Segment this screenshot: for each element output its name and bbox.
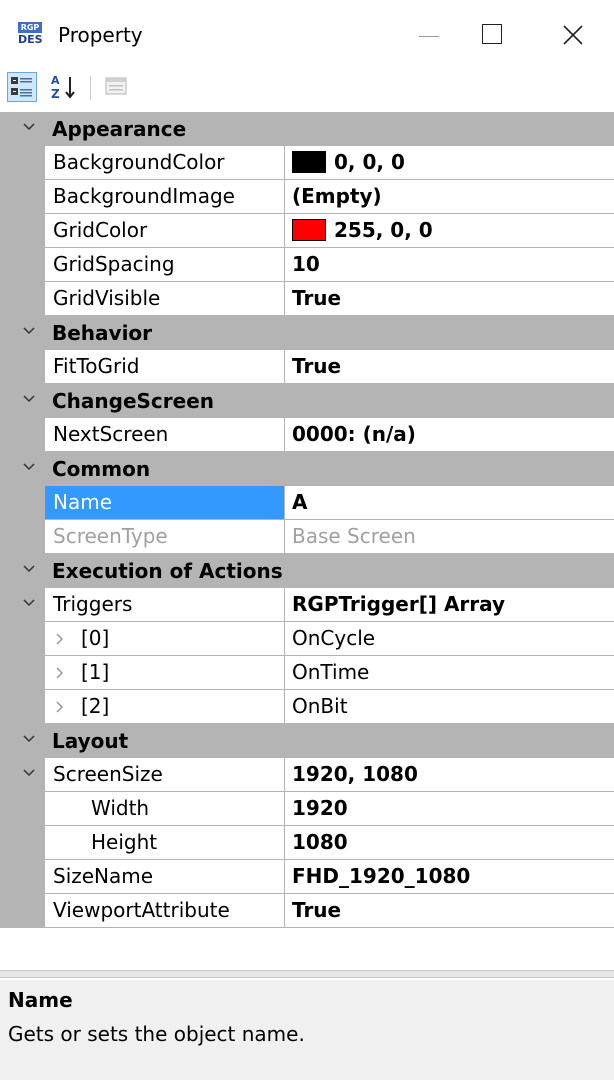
property-row-trigger-0[interactable]: [0] OnCycle (0, 622, 614, 656)
property-name[interactable]: Width (45, 792, 285, 826)
help-splitter[interactable] (0, 970, 614, 978)
property-value[interactable]: OnCycle (285, 622, 614, 656)
property-row-trigger-1[interactable]: [1] OnTime (0, 656, 614, 690)
property-pages-icon (105, 77, 127, 95)
chevron-down-icon (23, 463, 35, 471)
property-value[interactable]: A (285, 486, 614, 520)
property-row-gridcolor[interactable]: GridColor 255, 0, 0 (0, 214, 614, 248)
property-value[interactable]: True (285, 894, 614, 928)
chevron-down-icon[interactable] (22, 596, 36, 610)
title-bar: RGP DES Property (0, 0, 614, 66)
chevron-down-icon (23, 735, 35, 743)
property-name[interactable]: GridVisible (45, 282, 285, 316)
property-row-viewportattribute[interactable]: ViewportAttribute True (0, 894, 614, 928)
property-value[interactable]: 1920, 1080 (285, 758, 614, 792)
property-name[interactable]: BackgroundColor (45, 146, 285, 180)
chevron-down-icon (23, 327, 35, 335)
chevron-right-icon[interactable] (53, 632, 67, 646)
categorized-button[interactable] (7, 72, 37, 102)
property-value[interactable]: True (285, 282, 614, 316)
property-name[interactable]: BackgroundImage (45, 180, 285, 214)
chevron-right-icon[interactable] (53, 666, 67, 680)
property-row-screentype[interactable]: ScreenType Base Screen (0, 520, 614, 554)
category-changescreen[interactable]: ChangeScreen (0, 384, 614, 418)
property-name[interactable]: [2] (45, 690, 285, 724)
help-title: Name (8, 988, 73, 1012)
property-value[interactable]: (Empty) (285, 180, 614, 214)
svg-text:A: A (51, 74, 60, 87)
category-execution-of-actions[interactable]: Execution of Actions (0, 554, 614, 588)
property-value[interactable]: OnBit (285, 690, 614, 724)
property-name[interactable]: NextScreen (45, 418, 285, 452)
property-value[interactable]: 255, 0, 0 (285, 214, 614, 248)
chevron-down-icon (23, 395, 35, 403)
category-behavior[interactable]: Behavior (0, 316, 614, 350)
svg-text:Z: Z (51, 87, 60, 101)
property-row-gridspacing[interactable]: GridSpacing 10 (0, 248, 614, 282)
property-name[interactable]: GridSpacing (45, 248, 285, 282)
property-value[interactable]: 1920 (285, 792, 614, 826)
property-row-sizename[interactable]: SizeName FHD_1920_1080 (0, 860, 614, 894)
property-name[interactable]: GridColor (45, 214, 285, 248)
category-common[interactable]: Common (0, 452, 614, 486)
property-name[interactable]: ScreenSize (45, 758, 285, 792)
property-value[interactable]: RGPTrigger[] Array (285, 588, 614, 622)
category-appearance[interactable]: Appearance (0, 112, 614, 146)
property-row-gridvisible[interactable]: GridVisible True (0, 282, 614, 316)
property-name-selected[interactable]: Name (45, 486, 285, 520)
property-value[interactable]: 0, 0, 0 (285, 146, 614, 180)
property-name[interactable]: Height (45, 826, 285, 860)
close-button[interactable] (550, 14, 596, 54)
property-value[interactable]: 10 (285, 248, 614, 282)
property-pages-button[interactable] (102, 72, 132, 102)
property-name[interactable]: [0] (45, 622, 285, 656)
property-value[interactable]: 1080 (285, 826, 614, 860)
property-row-screensize[interactable]: ScreenSize 1920, 1080 (0, 758, 614, 792)
property-name[interactable]: [1] (45, 656, 285, 690)
help-pane: Name Gets or sets the object name. (0, 980, 614, 1080)
categorized-icon (11, 77, 32, 97)
property-row-fittogrid[interactable]: FitToGrid True (0, 350, 614, 384)
property-row-name[interactable]: Name A (0, 486, 614, 520)
minimize-button[interactable] (405, 14, 451, 54)
property-row-trigger-2[interactable]: [2] OnBit (0, 690, 614, 724)
toolbar-separator (90, 76, 91, 100)
chevron-down-icon (23, 123, 35, 131)
chevron-down-icon[interactable] (22, 766, 36, 780)
property-name[interactable]: ViewportAttribute (45, 894, 285, 928)
maximize-button[interactable] (470, 14, 516, 54)
property-row-nextscreen[interactable]: NextScreen 0000: (n/a) (0, 418, 614, 452)
property-value-readonly[interactable]: Base Screen (285, 520, 614, 554)
property-row-height[interactable]: Height 1080 (0, 826, 614, 860)
sort-alphabetical-icon: A Z (51, 74, 75, 101)
help-description: Gets or sets the object name. (8, 1022, 305, 1046)
color-swatch (292, 219, 326, 241)
property-value[interactable]: 0000: (n/a) (285, 418, 614, 452)
property-row-width[interactable]: Width 1920 (0, 792, 614, 826)
alphabetical-button[interactable]: A Z (49, 72, 79, 102)
property-name[interactable]: FitToGrid (45, 350, 285, 384)
property-row-triggers[interactable]: Triggers RGPTrigger[] Array (0, 588, 614, 622)
window-title: Property (58, 23, 143, 47)
color-swatch (292, 151, 326, 173)
close-icon (563, 25, 583, 45)
app-icon: RGP DES (18, 22, 43, 46)
property-name[interactable]: SizeName (45, 860, 285, 894)
property-value[interactable]: True (285, 350, 614, 384)
property-value[interactable]: OnTime (285, 656, 614, 690)
chevron-right-icon[interactable] (53, 700, 67, 714)
property-name[interactable]: ScreenType (45, 520, 285, 554)
property-toolbar: A Z (0, 66, 614, 110)
property-name[interactable]: Triggers (45, 588, 285, 622)
property-row-backgroundcolor[interactable]: BackgroundColor 0, 0, 0 (0, 146, 614, 180)
property-row-backgroundimage[interactable]: BackgroundImage (Empty) (0, 180, 614, 214)
property-value[interactable]: FHD_1920_1080 (285, 860, 614, 894)
category-layout[interactable]: Layout (0, 724, 614, 758)
chevron-down-icon (23, 565, 35, 573)
